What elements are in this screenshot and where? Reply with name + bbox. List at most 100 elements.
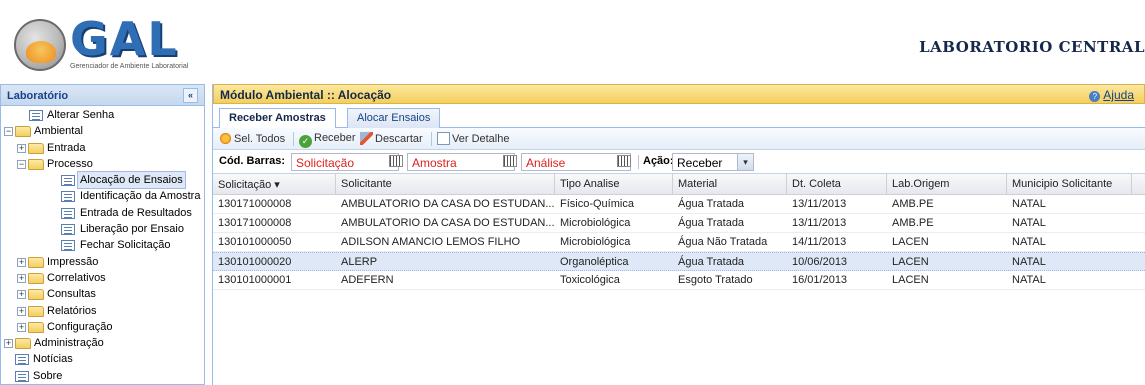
flask-icon	[26, 41, 56, 63]
samples-grid: Solicitação ▾ Solicitante Tipo Analise M…	[213, 174, 1145, 290]
cell-dt-coleta: 13/11/2013	[792, 217, 847, 229]
tree-item-configuracao[interactable]: + Configuração	[1, 319, 204, 335]
document-search-icon	[437, 132, 450, 145]
tree-item-impressao[interactable]: + Impressão	[1, 254, 204, 270]
page-icon	[29, 110, 43, 121]
cell-tipo-analise: Toxicológica	[560, 274, 620, 286]
tree-item-consultas[interactable]: + Consultas	[1, 286, 204, 302]
solicitacao-input[interactable]: Solicitação	[291, 153, 399, 171]
cell-lab-origem: AMB.PE	[892, 217, 934, 229]
tree-item-ambiental[interactable]: − Ambiental	[1, 123, 204, 139]
tree-item-sobre[interactable]: Sobre	[1, 368, 204, 384]
table-row[interactable]: 130171000008 AMBULATORIO DA CASA DO ESTU…	[213, 214, 1145, 233]
cell-solicitacao: 130171000008	[218, 217, 292, 229]
column-header-tipo-analise[interactable]: Tipo Analise	[555, 174, 673, 194]
table-row[interactable]: 130101000050 ADILSON AMANCIO LEMOS FILHO…	[213, 233, 1145, 252]
folder-icon	[28, 305, 44, 317]
main-panel: Módulo Ambiental :: Alocação ? Ajuda Rece…	[212, 84, 1145, 385]
cell-tipo-analise: Microbiológica	[560, 236, 631, 248]
cell-lab-origem: LACEN	[892, 236, 929, 248]
toolbar-separator	[293, 132, 294, 146]
discard-button[interactable]: Descartar	[360, 132, 423, 145]
page-icon	[15, 354, 29, 366]
cell-solicitacao: 130101000001	[218, 274, 292, 286]
view-detail-button[interactable]: Ver Detalhe	[437, 132, 509, 145]
collapse-node-icon[interactable]: −	[17, 159, 26, 169]
receive-button[interactable]: ✓ Receber	[299, 132, 356, 148]
filter-bar: Cód. Barras: Solicitação Amostra Análise…	[213, 150, 1145, 174]
barcode-icon[interactable]	[389, 155, 403, 167]
cell-solicitacao: 130101000020	[218, 256, 292, 268]
tree-item-processo[interactable]: − Processo	[1, 156, 204, 172]
table-row[interactable]: 130101000001 ADEFERN Toxicológica Esgoto…	[213, 271, 1145, 290]
tree-item-identificacao-da-amostra[interactable]: Identificação da Amostra	[1, 188, 204, 204]
folder-icon	[28, 272, 44, 284]
column-header-solicitante[interactable]: Solicitante	[336, 174, 555, 194]
select-all-icon	[219, 132, 232, 145]
expand-node-icon[interactable]: +	[17, 322, 26, 332]
cell-lab-origem: LACEN	[892, 256, 929, 268]
tree-item-fechar-solicitacao[interactable]: Fechar Solicitação	[1, 237, 204, 253]
cell-dt-coleta: 14/11/2013	[792, 236, 847, 248]
cell-dt-coleta: 10/06/2013	[792, 256, 848, 268]
tree-item-liberacao-por-ensaio[interactable]: Liberação por Ensaio	[1, 221, 204, 237]
tab-alocar-ensaios[interactable]: Alocar Ensaios	[347, 108, 441, 128]
lab-name: LABORATORIO CENTRAL	[919, 38, 1145, 56]
column-header-lab-origem[interactable]: Lab.Origem	[887, 174, 1007, 194]
collapse-node-icon[interactable]: −	[4, 127, 13, 137]
select-all-button[interactable]: Sel. Todos	[219, 132, 285, 145]
tab-receber-amostras[interactable]: Receber Amostras	[219, 108, 336, 129]
column-header-municipio[interactable]: Municipio Solicitante	[1007, 174, 1132, 194]
cell-solicitante: ALERP	[341, 256, 378, 268]
tree-item-alterar-senha[interactable]: Alterar Senha	[1, 107, 204, 123]
tree-item-alocacao-de-ensaios[interactable]: Alocação de Ensaios	[1, 171, 204, 190]
cell-lab-origem: LACEN	[892, 274, 929, 286]
cell-tipo-analise: Organoléptica	[560, 256, 629, 268]
column-header-material[interactable]: Material	[673, 174, 787, 194]
collapse-icon[interactable]: «	[183, 88, 198, 103]
barcode-icon[interactable]	[503, 155, 517, 167]
toolbar: Sel. Todos ✓ Receber Descartar Ver Detalh…	[213, 128, 1145, 150]
folder-icon	[28, 289, 44, 301]
column-header-solicitacao[interactable]: Solicitação ▾	[213, 174, 336, 194]
help-link[interactable]: ? Ajuda	[1089, 88, 1134, 102]
tree-item-entrada[interactable]: + Entrada	[1, 140, 204, 156]
tree-item-administracao[interactable]: + Administração	[1, 335, 204, 351]
cell-solicitante: AMBULATORIO DA CASA DO ESTUDAN...	[341, 217, 555, 229]
tree-item-entrada-de-resultados[interactable]: Entrada de Resultados	[1, 205, 204, 221]
grid-header-row: Solicitação ▾ Solicitante Tipo Analise M…	[213, 174, 1145, 195]
chevron-down-icon: ▾	[737, 154, 753, 170]
expand-node-icon[interactable]: +	[17, 290, 26, 300]
folder-icon	[15, 338, 31, 350]
tree-item-noticias[interactable]: Notícias	[1, 351, 204, 367]
amostra-input[interactable]: Amostra	[407, 153, 515, 171]
expand-node-icon[interactable]: +	[17, 273, 26, 283]
logo-text: GAL	[70, 12, 179, 66]
expand-node-icon[interactable]: +	[17, 306, 26, 316]
expand-node-icon[interactable]: +	[4, 339, 13, 349]
tree-item-relatorios[interactable]: + Relatórios	[1, 303, 204, 319]
acao-select[interactable]: Receber ▾	[672, 153, 754, 171]
tree-item-correlativos[interactable]: + Correlativos	[1, 270, 204, 286]
folder-icon	[28, 256, 44, 268]
cell-material: Água Tratada	[678, 256, 745, 268]
column-header-dt-coleta[interactable]: Dt. Coleta	[787, 174, 887, 194]
toolbar-separator	[431, 132, 432, 146]
table-row[interactable]: 130171000008 AMBULATORIO DA CASA DO ESTU…	[213, 195, 1145, 214]
page-title: Módulo Ambiental :: Alocação	[220, 88, 392, 102]
sidebar-title: Laboratório	[7, 90, 69, 102]
help-label: Ajuda	[1103, 88, 1134, 102]
expand-node-icon[interactable]: +	[17, 257, 26, 267]
folder-icon	[28, 142, 44, 154]
expand-node-icon[interactable]: +	[17, 143, 26, 153]
cell-material: Água Tratada	[678, 198, 745, 210]
table-row-highlighted[interactable]: 130101000020 ALERP Organoléptica Água Tr…	[213, 252, 1145, 271]
panel-header: Módulo Ambiental :: Alocação ? Ajuda	[213, 84, 1145, 104]
cell-solicitacao: 130101000050	[218, 236, 292, 248]
cell-municipio: NATAL	[1012, 274, 1046, 286]
barcode-icon[interactable]	[617, 155, 631, 167]
folder-open-icon	[15, 126, 31, 138]
discard-icon	[360, 132, 373, 145]
analise-input[interactable]: Análise	[521, 153, 631, 171]
cell-solicitacao: 130171000008	[218, 198, 292, 210]
